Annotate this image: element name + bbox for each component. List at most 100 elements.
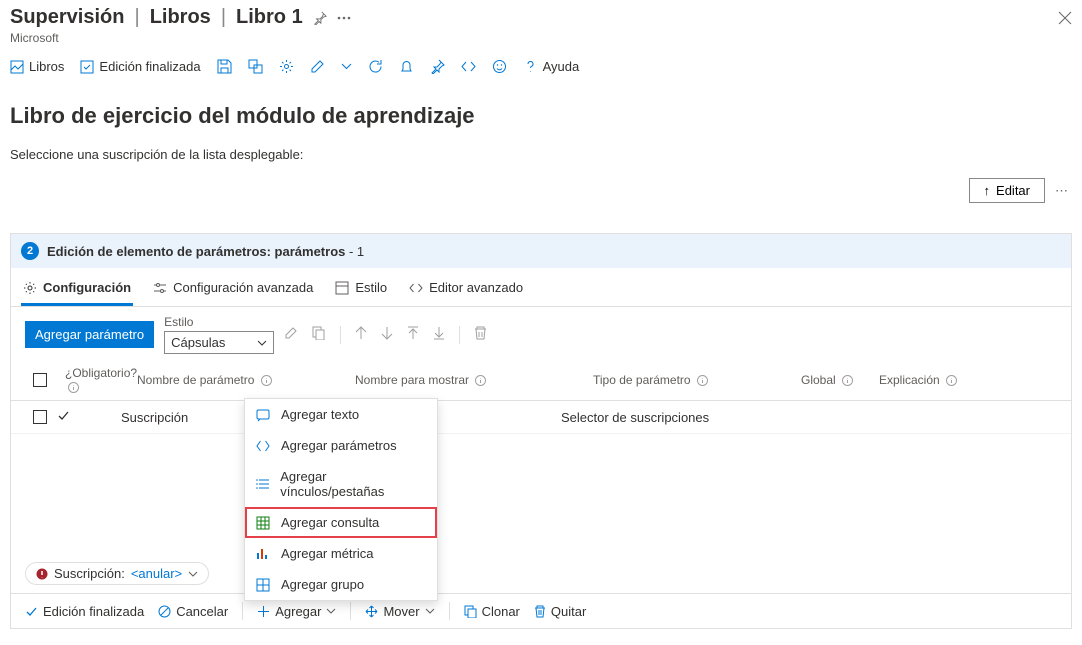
delete-icon[interactable] [474,326,487,344]
ctx-add-query[interactable]: Agregar consulta [245,507,437,538]
divider [350,602,351,620]
done-editing-button[interactable]: Edición finalizada [25,604,144,619]
group-icon [255,578,271,592]
arrow-down-icon[interactable] [381,326,393,344]
info-icon[interactable] [68,382,79,393]
cancel-button[interactable]: Cancelar [158,604,228,619]
style-select[interactable]: Cápsulas [164,331,274,354]
subscription-status-pill[interactable]: Suscripción: <anular> [25,562,209,585]
info-icon[interactable] [946,375,957,386]
add-context-menu: Agregar texto Agregar parámetros Agregar… [244,398,438,601]
settings-icon[interactable] [279,59,294,74]
ctx-add-metric[interactable]: Agregar métrica [245,538,437,569]
table-header: ¿Obligatorio? Nombre de parámetro Nombre… [11,362,1071,401]
remove-label: Quitar [551,604,586,619]
move-label: Mover [383,604,419,619]
code-icon[interactable] [461,59,476,74]
add-parameter-button[interactable]: Agregar parámetro [25,321,154,348]
divider [340,326,341,344]
libros-button[interactable]: Libros [10,59,64,74]
sliders-icon [153,281,167,295]
tab-editor-avanzado[interactable]: Editor avanzado [407,274,525,306]
info-icon[interactable] [842,375,853,386]
ctx-add-text[interactable]: Agregar texto [245,399,437,430]
subtitle: Microsoft [10,31,1072,45]
arrow-up-icon[interactable] [355,326,367,344]
ctx-add-group[interactable]: Agregar grupo [245,569,437,600]
style-label: Estilo [164,315,274,329]
save-as-icon[interactable] [248,59,263,74]
cancel-icon [158,605,171,618]
feedback-icon[interactable] [492,59,507,74]
chevron-down-icon [257,340,267,346]
edit-label: Editar [996,183,1030,198]
section-more-icon[interactable]: ⋯ [1051,183,1072,199]
copy-icon[interactable] [312,326,326,344]
chevron-down-icon [425,608,435,614]
chart-icon [255,547,271,561]
tab-label: Configuración avanzada [173,280,313,295]
pivot-tabs: Configuración Configuración avanzada Est… [11,268,1071,307]
done-editing-label: Edición finalizada [43,604,144,619]
column-required: ¿Obligatorio? [65,366,129,394]
close-icon[interactable] [1058,11,1072,25]
breadcrumb: Supervisión | Libros | Libro 1 [10,6,351,29]
select-all-checkbox[interactable] [33,373,47,387]
more-icon[interactable] [337,16,351,20]
command-bar: Libros Edición finalizada Ayuda [0,49,1082,85]
column-param-type: Tipo de parámetro [593,373,793,387]
remove-button[interactable]: Quitar [534,604,586,619]
clone-button[interactable]: Clonar [464,604,520,619]
breadcrumb-item: Libro 1 [236,6,303,29]
pin-icon[interactable] [313,11,327,25]
column-explanation: Explicación [879,373,1057,387]
move-button[interactable]: Mover [365,604,434,619]
ctx-label: Agregar consulta [281,515,379,530]
breadcrumb-separator: | [221,6,226,29]
tab-configuracion-avanzada[interactable]: Configuración avanzada [151,274,315,306]
panel-header: 2 Edición de elemento de parámetros: par… [11,234,1071,268]
grid-icon [255,516,271,530]
ctx-add-links[interactable]: Agregar vínculos/pestañas [245,461,437,507]
info-icon[interactable] [475,375,486,386]
cell-param-type: Selector de suscripciones [561,410,761,425]
code-icon [409,281,423,295]
clone-icon [464,605,477,618]
help-button[interactable]: Ayuda [523,59,580,74]
chevron-down-icon [326,608,336,614]
parameters-panel: 2 Edición de elemento de parámetros: par… [10,233,1072,629]
info-icon[interactable] [697,375,708,386]
alert-icon[interactable] [399,59,414,74]
done-editing-button[interactable]: Edición finalizada [80,59,200,74]
column-display-name: Nombre para mostrar [355,373,585,387]
arrow-top-icon[interactable] [407,326,419,344]
edit-icon[interactable] [284,326,298,344]
breadcrumb-item: Libros [150,6,211,29]
page-title: Libro de ejercicio del módulo de aprendi… [10,103,1072,129]
move-icon [365,605,378,618]
ctx-add-parameters[interactable]: Agregar parámetros [245,430,437,461]
workbook-icon [10,60,24,74]
arrow-bottom-icon[interactable] [433,326,445,344]
table-row[interactable]: Suscripción Selector de suscripciones [11,401,1071,434]
ctx-label: Agregar parámetros [281,438,397,453]
step-badge: 2 [21,242,39,260]
text-icon [255,408,271,422]
tab-estilo[interactable]: Estilo [333,274,389,306]
pin-icon[interactable] [430,59,445,74]
panel-header-text: Edición de elemento de parámetros: parám… [47,244,364,259]
help-icon [523,59,538,74]
info-icon[interactable] [261,375,272,386]
bottom-command-bar: Edición finalizada Cancelar Agregar Move… [11,593,1071,628]
breadcrumb-item: Supervisión [10,6,124,29]
column-global: Global [801,373,871,387]
tab-configuracion[interactable]: Configuración [21,274,133,306]
chevron-down-icon[interactable] [341,63,352,70]
refresh-icon[interactable] [368,59,383,74]
save-icon[interactable] [217,59,232,74]
ctx-label: Agregar métrica [281,546,373,561]
edit-icon[interactable] [310,59,325,74]
add-button[interactable]: Agregar [257,604,336,619]
edit-button[interactable]: ↑ Editar [969,178,1045,203]
row-checkbox[interactable] [33,410,47,424]
